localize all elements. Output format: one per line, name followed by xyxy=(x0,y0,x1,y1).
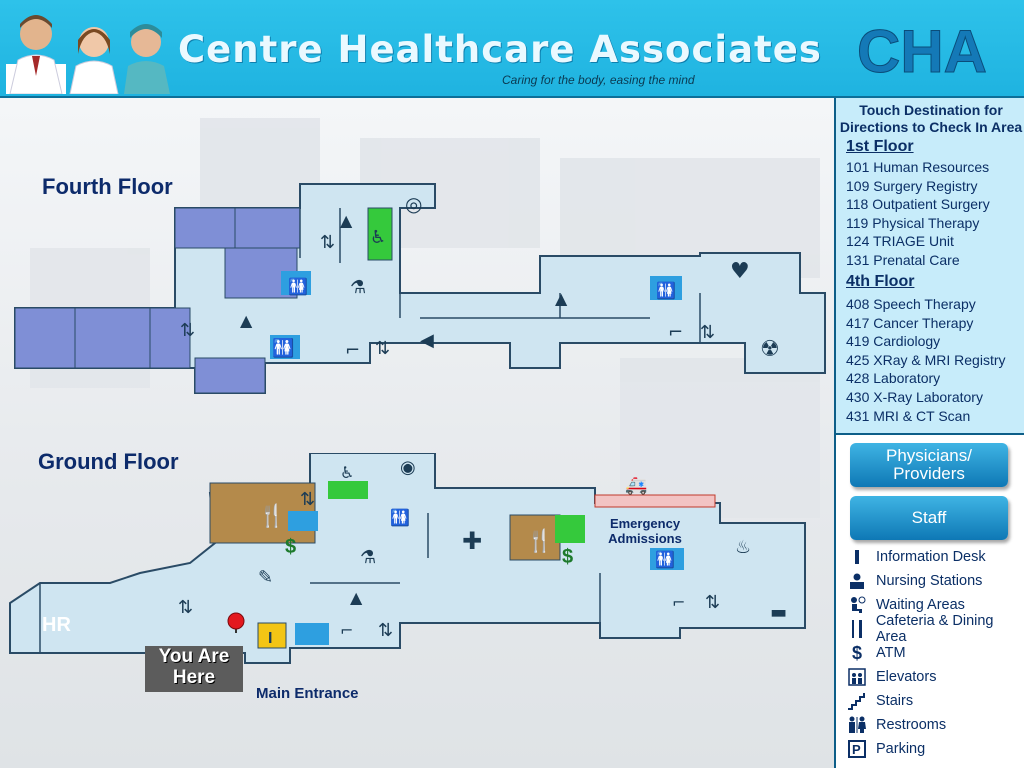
legend-info-desk: Information Desk xyxy=(846,547,986,567)
room-131[interactable]: 131 Prenatal Care xyxy=(846,252,960,268)
stairs-icon: ⌐ xyxy=(345,340,360,361)
elevator-icon xyxy=(846,667,868,687)
ambulance-icon: 🚑 xyxy=(625,475,647,496)
legend-elevators: Elevators xyxy=(846,667,936,687)
stairs-icon xyxy=(846,691,868,711)
room-124[interactable]: 124 TRIAGE Unit xyxy=(846,233,954,249)
restroom-icon xyxy=(846,715,868,735)
restroom-icon: 🚻 xyxy=(655,550,675,569)
elevator-icon: ⇅ xyxy=(700,322,715,343)
atm-icon: $ xyxy=(851,642,862,663)
restroom-icon: 🚻 xyxy=(656,281,676,300)
atm-marker: $ xyxy=(562,546,573,568)
waiting-area-icon: ♿ xyxy=(340,463,354,482)
room-109[interactable]: 109 Surgery Registry xyxy=(846,178,978,194)
registration-icon: ✎ xyxy=(258,567,273,588)
directory-heading: Touch Destination for Directions to Chec… xyxy=(839,102,1023,135)
room-428[interactable]: 428 Laboratory xyxy=(846,370,940,386)
parking-icon: P xyxy=(846,739,868,759)
hr-label: HR xyxy=(42,614,71,636)
elevator-icon: ⇅ xyxy=(180,320,195,341)
room-119[interactable]: 119 Physical Therapy xyxy=(846,215,979,231)
waiting-area-icon xyxy=(846,595,868,615)
main-entrance-label: Main Entrance xyxy=(256,685,359,702)
restroom-icon: 🚻 xyxy=(288,277,308,296)
room-430[interactable]: 430 X-Ray Laboratory xyxy=(846,389,983,405)
cafeteria-icon xyxy=(846,619,868,639)
room-425[interactable]: 425 XRay & MRI Registry xyxy=(846,352,1006,368)
emergency-admissions-label[interactable]: Emergency Admissions xyxy=(595,516,695,546)
floor4-heading: 4th Floor xyxy=(846,273,915,290)
prenatal-icon: ◉ xyxy=(400,457,416,478)
doctors-photo xyxy=(6,15,170,94)
fourth-floor-plan: ⇅ ▲ ◎ ♿ ⚗ ⇅ ▲ 🚻 🚻 ⌐ ⇅ ◀ ▲ 🚻 ♥ ⌐ ⇅ ☢ xyxy=(14,183,826,394)
ground-floor-plan: 🍴 🍴 ♿ ◉ ⇅ 🚻 ✚ ⚗ ▲ ✎ ⇅ ⌐ ⇅ 🚻 ♨ ⌐ ⇅ ▬ 🚑 $ … xyxy=(9,453,806,664)
restroom-icon: 🚻 xyxy=(272,337,294,359)
info-desk-letter: I xyxy=(268,630,272,647)
nursing-station-icon: ▲ xyxy=(350,588,363,607)
waiting-area-icon: ♿ xyxy=(370,227,386,248)
physicians-providers-button[interactable]: Physicians/ Providers xyxy=(850,443,1008,487)
nursing-station-icon: ▲ xyxy=(340,211,353,230)
elevator-icon: ⇅ xyxy=(320,232,335,253)
legend-waiting-areas: Waiting Areas xyxy=(846,595,965,615)
room-431[interactable]: 431 MRI & CT Scan xyxy=(846,408,970,424)
staff-button[interactable]: Staff xyxy=(850,496,1008,540)
ground-floor-label: Ground Floor xyxy=(38,449,179,474)
elevator-icon: ⇅ xyxy=(178,597,193,618)
legend-restrooms: Restrooms xyxy=(846,715,946,735)
restroom-icon: 🚻 xyxy=(390,508,410,527)
room-419[interactable]: 419 Cardiology xyxy=(846,333,940,349)
you-are-here-pin xyxy=(227,612,245,630)
elevator-icon: ⇅ xyxy=(705,592,720,613)
room-408[interactable]: 408 Speech Therapy xyxy=(846,296,976,312)
legend-nursing-stations: Nursing Stations xyxy=(846,571,982,591)
legend-atm: $ ATM xyxy=(846,643,906,663)
you-are-here-label: You Are Here xyxy=(145,646,243,692)
svg-text:P: P xyxy=(852,742,861,757)
fourth-floor-label: Fourth Floor xyxy=(42,174,173,199)
nursing-station-icon xyxy=(846,571,868,591)
cha-logo: CHA xyxy=(857,18,988,86)
logo-text: CHA xyxy=(857,18,987,85)
room-118[interactable]: 118 Outpatient Surgery xyxy=(846,196,990,212)
elevator-icon: ⇅ xyxy=(375,338,390,359)
floor-map: ⇅ ▲ ◎ ♿ ⚗ ⇅ ▲ 🚻 🚻 ⌐ ⇅ ◀ ▲ 🚻 ♥ ⌐ ⇅ ☢ Four… xyxy=(0,98,834,768)
tagline: Caring for the body, easing the mind xyxy=(502,73,695,87)
directory-panel: Touch Destination for Directions to Chec… xyxy=(834,98,1024,768)
medical-cross-icon: ✚ xyxy=(462,527,482,555)
elevator-icon: ⇅ xyxy=(378,620,393,641)
heart-icon: ♥ xyxy=(730,259,750,284)
room-101[interactable]: 101 Human Resources xyxy=(846,159,989,175)
stairs-icon: ⌐ xyxy=(340,621,353,640)
bed-icon: ▬ xyxy=(770,602,787,623)
nursing-station-icon: ▲ xyxy=(240,311,253,330)
therapy-icon: ♨ xyxy=(735,537,751,558)
radiology-icon: ◎ xyxy=(405,192,422,216)
legend-parking: P Parking xyxy=(846,739,925,759)
header-banner: Centre Healthcare Associates Caring for … xyxy=(0,0,1024,98)
info-desk-icon xyxy=(846,547,868,567)
speech-icon: ◀ xyxy=(420,330,434,351)
app-title: Centre Healthcare Associates xyxy=(178,28,822,71)
legend-cafeteria: Cafeteria & Dining Area xyxy=(846,613,1024,645)
nursing-station-icon: ▲ xyxy=(555,289,568,308)
microscope-icon: ⚗ xyxy=(350,277,366,298)
legend-stairs: Stairs xyxy=(846,691,913,711)
cafeteria-icon: 🍴 xyxy=(258,503,285,529)
radiation-icon: ☢ xyxy=(760,337,780,362)
atm-marker: $ xyxy=(285,536,296,558)
floor1-heading: 1st Floor xyxy=(846,138,914,155)
pharmacy-icon: ⚗ xyxy=(360,547,376,568)
stairs-icon: ⌐ xyxy=(668,322,683,343)
elevator-icon: ⇅ xyxy=(300,489,315,510)
stairs-icon: ⌐ xyxy=(672,593,685,612)
room-417[interactable]: 417 Cancer Therapy xyxy=(846,315,973,331)
destination-list: Touch Destination for Directions to Chec… xyxy=(836,98,1024,435)
cafeteria-icon: 🍴 xyxy=(526,528,553,554)
